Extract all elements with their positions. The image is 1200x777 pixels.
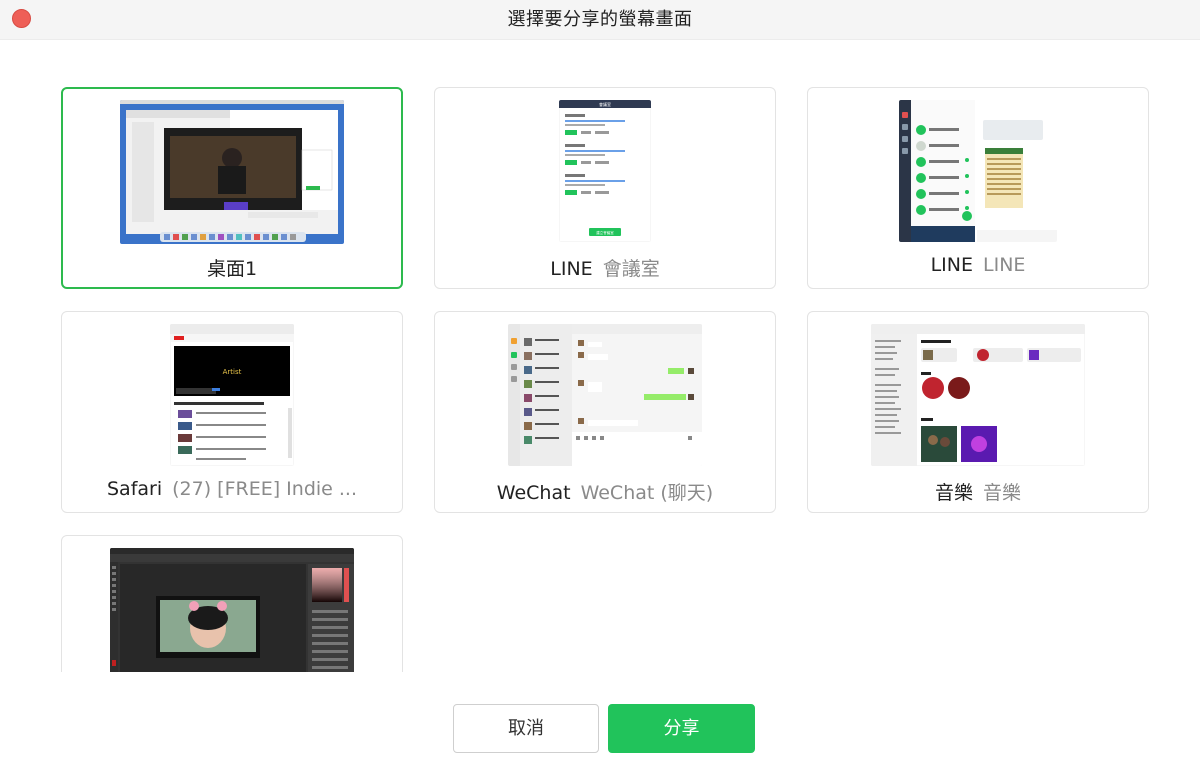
source-window-name: (27) [FREE] Indie ... (172, 478, 358, 500)
source-app-name: WeChat (496, 482, 571, 504)
source-card-line-chat[interactable]: LINE LINE (807, 87, 1149, 289)
line-meeting-header: 會議室 (599, 101, 611, 107)
source-card-line-meeting[interactable]: 會議室 建立會議室 LINE 會議室 (434, 87, 776, 289)
source-app-name: Safari (106, 478, 163, 500)
source-card-desktop[interactable]: 桌面1 (61, 87, 403, 289)
dialog-title: 選擇要分享的螢幕畫面 (507, 9, 693, 30)
source-label: LINE 會議室 (445, 254, 765, 280)
title-bar: 選擇要分享的螢幕畫面 (0, 0, 1200, 40)
source-label: 桌面1 (73, 254, 391, 280)
source-label: LINE LINE (818, 254, 1138, 280)
thumbnail-music (871, 324, 1085, 466)
thumbnail-wechat (508, 324, 702, 466)
cancel-button[interactable]: 取消 (453, 704, 599, 753)
safari-video-title: Artist (223, 368, 242, 376)
thumbnail-photoshop (110, 548, 354, 672)
source-grid[interactable]: 桌面1 會議室 建立會議室 LINE 會議室 LINE LINE Artist … (0, 40, 1200, 672)
source-window-name: 會議室 (602, 258, 660, 280)
thumbnail-line-meeting: 會議室 建立會議室 (559, 100, 651, 242)
source-card-safari[interactable]: Artist Safari (27) [FREE] Indie ... (61, 311, 403, 513)
source-app-name: 桌面1 (206, 258, 258, 280)
source-window-name: WeChat (聊天) (580, 482, 714, 504)
line-meeting-create-button: 建立會議室 (596, 230, 614, 235)
thumbnail-desktop (120, 100, 344, 244)
thumbnail-safari: Artist (170, 324, 294, 466)
source-window-name: LINE (983, 254, 1026, 276)
source-label: Safari (27) [FREE] Indie ... (72, 478, 392, 504)
source-label: 音樂 音樂 (818, 478, 1138, 504)
source-label: WeChat WeChat (聊天) (445, 478, 765, 504)
source-window-name: 音樂 (983, 482, 1022, 504)
source-card-music[interactable]: 音樂 音樂 (807, 311, 1149, 513)
source-card-wechat[interactable]: WeChat WeChat (聊天) (434, 311, 776, 513)
source-card-photoshop[interactable] (61, 535, 403, 672)
source-app-name: LINE (550, 258, 593, 280)
share-button[interactable]: 分享 (608, 704, 755, 753)
source-app-name: LINE (930, 254, 973, 276)
thumbnail-line-chat (899, 100, 1057, 242)
source-app-name: 音樂 (934, 482, 973, 504)
